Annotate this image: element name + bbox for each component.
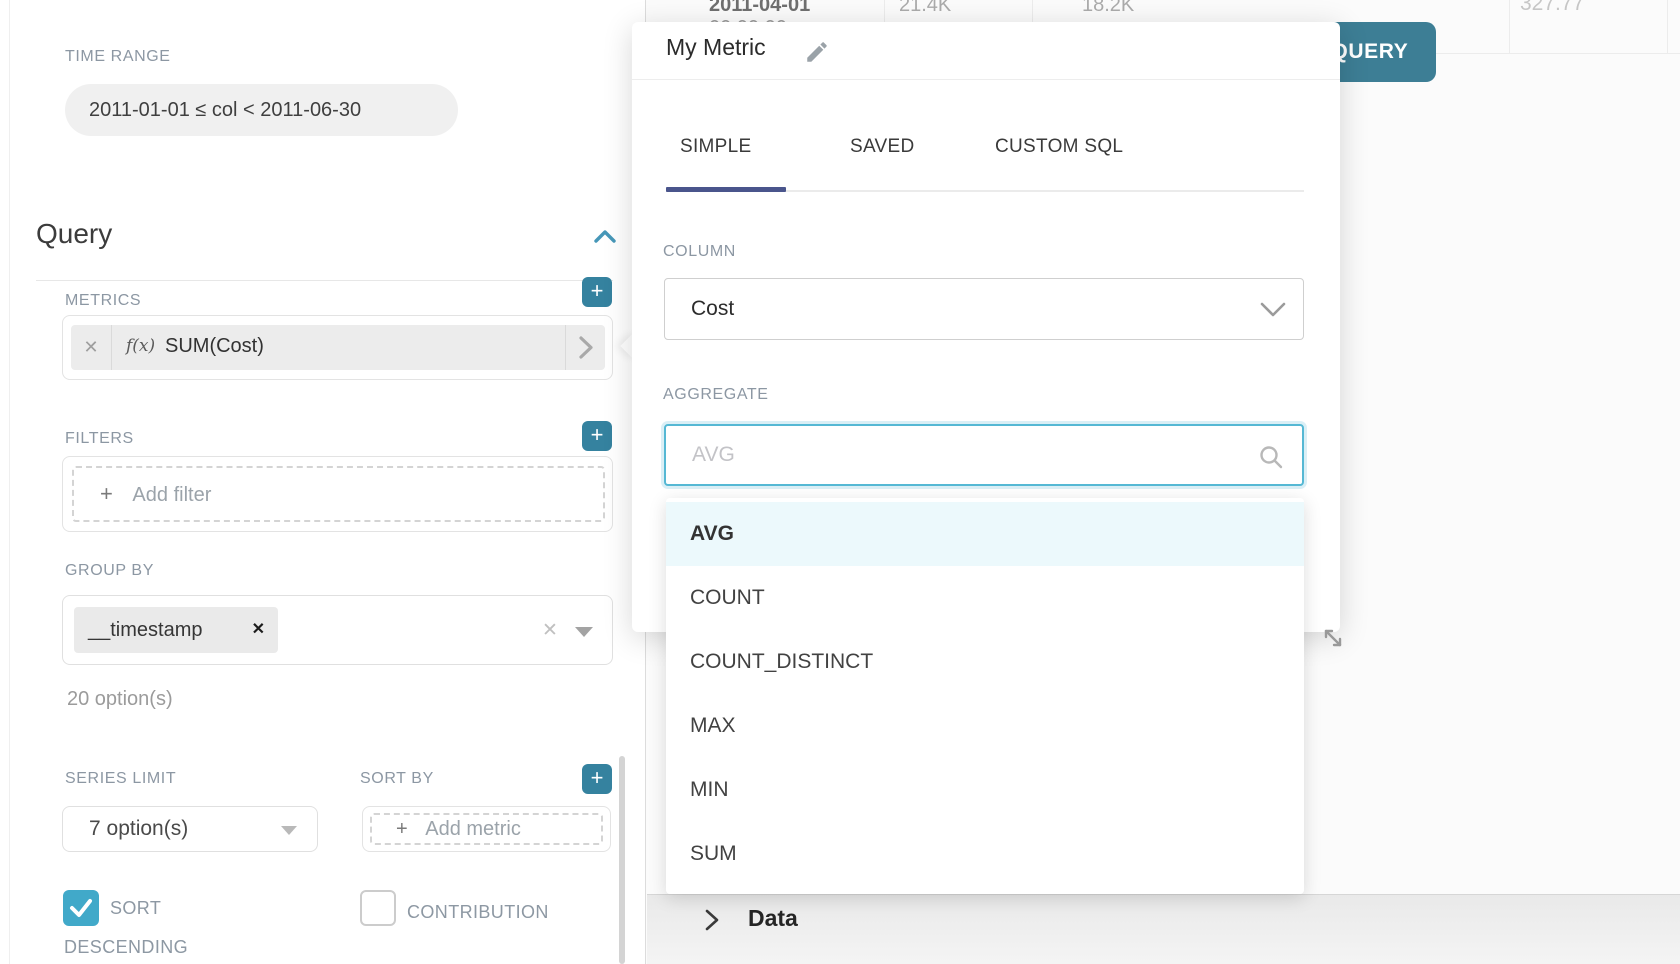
contribution-label: CONTRIBUTION — [407, 902, 549, 923]
remove-metric-icon[interactable]: ✕ — [71, 325, 112, 370]
group-by-options-hint: 20 option(s) — [67, 688, 173, 711]
active-tab-indicator — [666, 187, 786, 192]
aggregate-options-dropdown: AVG COUNT COUNT_DISTINCT MAX MIN SUM — [666, 498, 1304, 894]
column-value: Cost — [691, 297, 734, 320]
checkmark-icon — [63, 890, 99, 926]
group-by-tag[interactable]: __timestamp ✕ — [74, 607, 278, 653]
option-max[interactable]: MAX — [666, 694, 1304, 758]
add-sort-metric-button[interactable]: + Add metric — [370, 813, 603, 845]
edit-pencil-icon[interactable] — [804, 39, 830, 65]
bg-table-gridline — [1509, 0, 1510, 53]
add-filter-text: Add filter — [132, 484, 211, 506]
data-panel-header[interactable]: Data — [647, 894, 1680, 964]
filters-label: FILTERS — [65, 430, 134, 448]
aggregate-label: AGGREGATE — [663, 386, 769, 404]
add-metric-plus-button[interactable]: + — [582, 277, 612, 307]
group-by-tag-text: __timestamp — [88, 619, 203, 641]
option-min[interactable]: MIN — [666, 758, 1304, 822]
expand-metric-zone[interactable] — [565, 325, 605, 370]
series-limit-select[interactable]: 7 option(s) — [62, 806, 318, 852]
popover-title: My Metric — [666, 34, 766, 61]
filters-container: + Add filter — [62, 456, 613, 532]
remove-tag-icon[interactable]: ✕ — [252, 607, 265, 653]
sort-descending-checkbox[interactable] — [63, 890, 99, 926]
plus-icon: + — [100, 481, 113, 506]
series-limit-label: SERIES LIMIT — [65, 770, 176, 788]
data-panel-title: Data — [748, 905, 798, 932]
group-by-select[interactable]: __timestamp ✕ ✕ — [62, 595, 613, 665]
option-count[interactable]: COUNT — [666, 566, 1304, 630]
aggregate-search-input[interactable]: AVG — [664, 424, 1304, 486]
chevron-right-icon — [566, 325, 606, 370]
sort-by-container: + Add metric — [362, 806, 611, 852]
bg-table-cell-value: 18.2K — [1082, 0, 1134, 17]
resize-handle-icon[interactable] — [1320, 625, 1346, 651]
query-section-title: Query — [36, 218, 112, 250]
add-filter-button[interactable]: + Add filter — [72, 466, 605, 522]
series-limit-value: 7 option(s) — [89, 817, 188, 840]
chevron-down-icon — [1259, 301, 1287, 319]
tab-saved[interactable]: SAVED — [850, 136, 915, 158]
clear-select-icon[interactable]: ✕ — [535, 596, 565, 666]
plus-icon: + — [396, 818, 408, 840]
tab-custom-sql[interactable]: CUSTOM SQL — [995, 136, 1123, 158]
column-label: COLUMN — [663, 243, 736, 261]
add-sort-metric-plus-button[interactable]: + — [582, 764, 612, 794]
chevron-up-icon[interactable] — [594, 228, 616, 244]
sort-descending-label-line1: SORT — [110, 898, 161, 919]
search-icon — [1258, 444, 1284, 470]
metrics-container: ✕ f(x) SUM(Cost) — [62, 315, 613, 380]
bg-table-gridline — [1667, 0, 1668, 53]
option-count-distinct[interactable]: COUNT_DISTINCT — [666, 630, 1304, 694]
contribution-checkbox[interactable] — [360, 890, 396, 926]
column-select[interactable]: Cost — [664, 278, 1304, 340]
bg-table-cell-value: 327.77 — [1520, 0, 1584, 16]
time-range-label: TIME RANGE — [65, 48, 171, 66]
vertical-scrollbar[interactable] — [619, 756, 625, 964]
caret-down-icon — [281, 826, 297, 835]
bg-table-cell-date: 2011-04-01 — [709, 0, 810, 17]
tab-simple[interactable]: SIMPLE — [680, 136, 752, 158]
section-divider — [36, 280, 613, 281]
time-range-pill[interactable]: 2011-01-01 ≤ col < 2011-06-30 — [65, 84, 458, 136]
panel-left-border — [9, 0, 10, 964]
bg-table-cell-value: 21.4K — [899, 0, 951, 17]
add-filter-plus-button[interactable]: + — [582, 421, 612, 451]
option-sum[interactable]: SUM — [666, 822, 1304, 886]
chevron-right-icon[interactable] — [703, 907, 721, 933]
option-avg[interactable]: AVG — [666, 502, 1304, 566]
metric-pill[interactable]: ✕ f(x) SUM(Cost) — [71, 325, 605, 370]
metric-name: SUM(Cost) — [165, 335, 264, 358]
add-metric-text: Add metric — [425, 818, 521, 840]
function-icon: f(x) — [126, 336, 155, 356]
metrics-label: METRICS — [65, 292, 141, 310]
sort-descending-label-line2: DESCENDING — [64, 937, 188, 958]
aggregate-placeholder: AVG — [692, 443, 735, 466]
group-by-label: GROUP BY — [65, 562, 154, 580]
query-control-panel: TIME RANGE 2011-01-01 ≤ col < 2011-06-30… — [0, 0, 646, 964]
sort-by-label: SORT BY — [360, 770, 434, 788]
popover-divider — [632, 79, 1340, 80]
caret-down-icon[interactable] — [575, 627, 593, 637]
